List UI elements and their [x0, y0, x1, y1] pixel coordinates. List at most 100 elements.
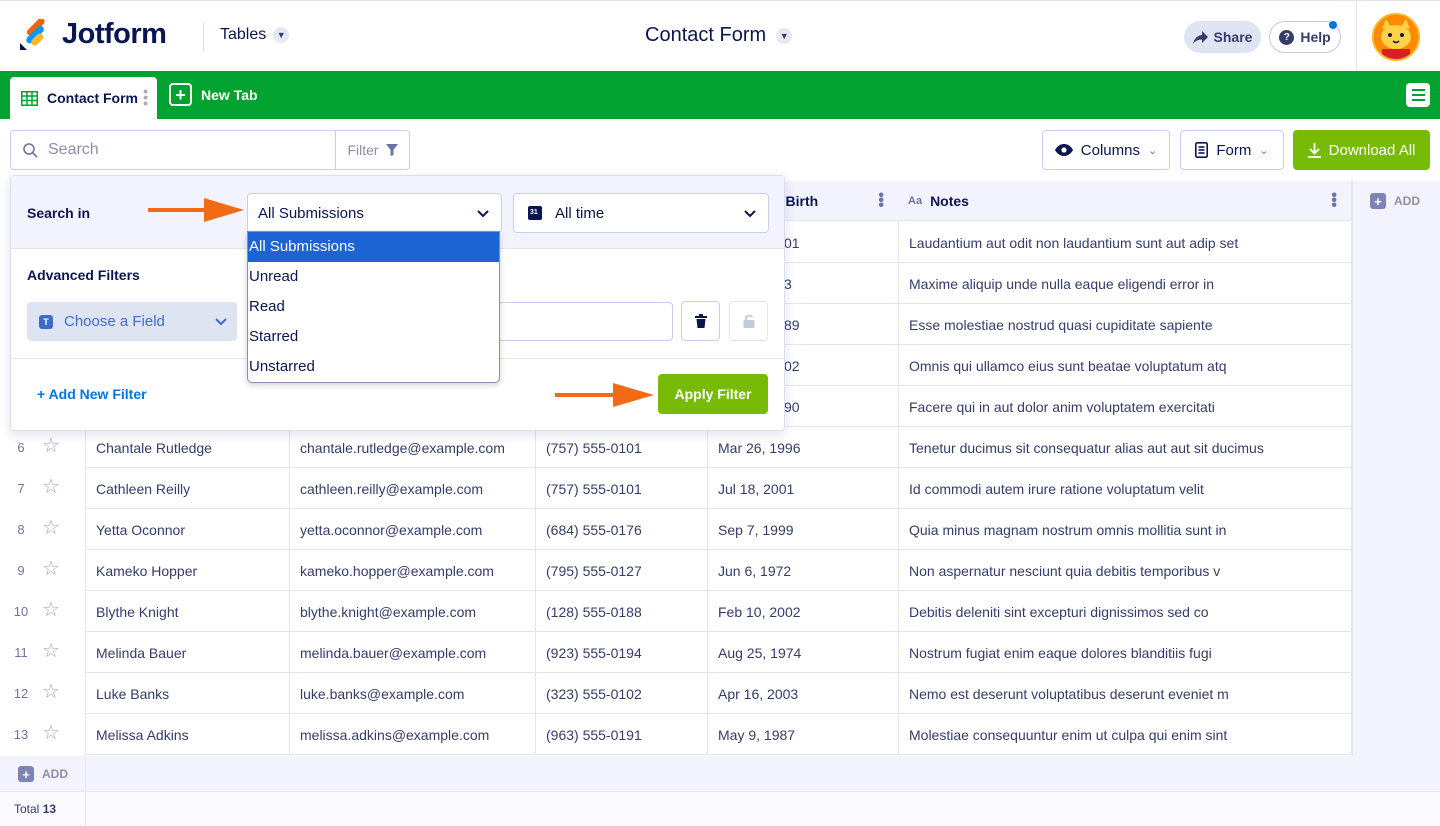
- table-row[interactable]: 10 ☆ Blythe Knight blythe.knight@example.co…: [0, 591, 1352, 632]
- phone-cell[interactable]: (963) 555-0191: [536, 714, 708, 755]
- form-button[interactable]: Form ⌄: [1180, 130, 1284, 170]
- column-header-notes[interactable]: Aa Notes • • •: [898, 181, 1352, 221]
- table-row[interactable]: 6 ☆ Chantale Rutledge chantale.rutledge@exa…: [0, 427, 1352, 468]
- form-label: Form: [1216, 141, 1252, 159]
- name-cell[interactable]: Melissa Adkins: [86, 714, 290, 755]
- email-cell[interactable]: kameko.hopper@example.com: [290, 550, 536, 591]
- notes-cell[interactable]: Maxime aliquip unde nulla eaque eligendi…: [899, 263, 1352, 304]
- email-cell[interactable]: melinda.bauer@example.com: [290, 632, 536, 673]
- star-icon[interactable]: ☆: [42, 436, 60, 456]
- choose-field-select[interactable]: T Choose a Field: [27, 302, 237, 341]
- phone-cell[interactable]: (923) 555-0194: [536, 632, 708, 673]
- dropdown-option[interactable]: Starred: [248, 322, 499, 352]
- notes-cell[interactable]: Nemo est deserunt voluptatibus deserunt …: [899, 673, 1352, 714]
- dob-cell[interactable]: Aug 25, 1974: [708, 632, 899, 673]
- apply-filter-button[interactable]: Apply Filter: [658, 374, 768, 414]
- star-icon[interactable]: ☆: [42, 477, 60, 497]
- download-all-button[interactable]: Download All: [1293, 130, 1430, 170]
- dob-cell[interactable]: Feb 10, 2002: [708, 591, 899, 632]
- star-icon[interactable]: ☆: [42, 559, 60, 579]
- phone-cell[interactable]: (757) 555-0101: [536, 468, 708, 509]
- email-cell[interactable]: yetta.oconnor@example.com: [290, 509, 536, 550]
- notes-cell[interactable]: Nostrum fugiat enim eaque dolores blandi…: [899, 632, 1352, 673]
- phone-cell[interactable]: (757) 555-0101: [536, 427, 708, 468]
- email-cell[interactable]: melissa.adkins@example.com: [290, 714, 536, 755]
- star-icon[interactable]: ☆: [42, 641, 60, 661]
- dob-cell[interactable]: Jul 18, 2001: [708, 468, 899, 509]
- lock-filter-button[interactable]: [729, 301, 768, 341]
- submissions-dropdown-list: All Submissions Unread Read Starred Unstarre…: [247, 231, 500, 383]
- table-row[interactable]: 9 ☆ Kameko Hopper kameko.hopper@example.com…: [0, 550, 1352, 591]
- notes-cell[interactable]: Omnis qui ullamco eius sunt beatae volup…: [899, 345, 1352, 386]
- table-row[interactable]: 12 ☆ Luke Banks luke.banks@example.com (323)…: [0, 673, 1352, 714]
- notes-cell[interactable]: Facere qui in aut dolor anim voluptatem …: [899, 386, 1352, 427]
- phone-cell[interactable]: (684) 555-0176: [536, 509, 708, 550]
- dropdown-option[interactable]: All Submissions: [248, 232, 499, 262]
- phone-cell[interactable]: (795) 555-0127: [536, 550, 708, 591]
- columns-button[interactable]: Columns ⌄: [1042, 130, 1170, 170]
- email-cell[interactable]: blythe.knight@example.com: [290, 591, 536, 632]
- star-icon[interactable]: ☆: [42, 682, 60, 702]
- name-cell[interactable]: Cathleen Reilly: [86, 468, 290, 509]
- table-row[interactable]: 8 ☆ Yetta Oconnor yetta.oconnor@example.com…: [0, 509, 1352, 550]
- help-button[interactable]: ? Help: [1269, 21, 1341, 53]
- table-row[interactable]: 11 ☆ Melinda Bauer melinda.bauer@example.co…: [0, 632, 1352, 673]
- dropdown-option[interactable]: Read: [248, 292, 499, 322]
- row-number-cell: 7 ☆: [0, 468, 86, 509]
- dob-cell[interactable]: Apr 16, 2003: [708, 673, 899, 714]
- star-icon[interactable]: ☆: [42, 600, 60, 620]
- new-tab-button[interactable]: + New Tab: [169, 83, 258, 106]
- name-cell[interactable]: Chantale Rutledge: [86, 427, 290, 468]
- add-new-filter-button[interactable]: + Add New Filter: [37, 386, 147, 402]
- time-range-select[interactable]: All time: [513, 193, 769, 233]
- dob-cell[interactable]: Mar 26, 1996: [708, 427, 899, 468]
- email-cell[interactable]: chantale.rutledge@example.com: [290, 427, 536, 468]
- dob-cell[interactable]: May 9, 1987: [708, 714, 899, 755]
- dropdown-option[interactable]: Unread: [248, 262, 499, 292]
- phone-cell[interactable]: (323) 555-0102: [536, 673, 708, 714]
- notes-cell[interactable]: Non aspernatur nesciunt quia debitis tem…: [899, 550, 1352, 591]
- name-cell[interactable]: Kameko Hopper: [86, 550, 290, 591]
- notes-cell[interactable]: Molestiae consequuntur enim ut culpa qui…: [899, 714, 1352, 755]
- column-options-icon[interactable]: • • •: [1331, 188, 1337, 214]
- delete-filter-button[interactable]: [681, 301, 720, 341]
- notes-cell[interactable]: Debitis deleniti sint excepturi dignissi…: [899, 591, 1352, 632]
- email-cell[interactable]: luke.banks@example.com: [290, 673, 536, 714]
- search-box[interactable]: [10, 130, 336, 170]
- submissions-select[interactable]: All Submissions: [247, 193, 502, 233]
- notes-cell[interactable]: Id commodi autem irure ratione voluptatu…: [899, 468, 1352, 509]
- name-cell[interactable]: Yetta Oconnor: [86, 509, 290, 550]
- notes-cell[interactable]: Laudantium aut odit non laudantium sunt …: [899, 222, 1352, 263]
- tables-dropdown[interactable]: Tables ▼: [220, 26, 290, 44]
- dob-cell[interactable]: Sep 7, 1999: [708, 509, 899, 550]
- phone-cell[interactable]: (128) 555-0188: [536, 591, 708, 632]
- tab-contact-form[interactable]: Contact Form • • •: [10, 77, 157, 119]
- menu-icon[interactable]: [1406, 83, 1430, 107]
- notes-cell[interactable]: Tenetur ducimus sit consequatur alias au…: [899, 427, 1352, 468]
- table-row[interactable]: 7 ☆ Cathleen Reilly cathleen.reilly@example…: [0, 468, 1352, 509]
- name-cell[interactable]: Blythe Knight: [86, 591, 290, 632]
- notes-cell[interactable]: Esse molestiae nostrud quasi cupiditate …: [899, 304, 1352, 345]
- column-options-icon[interactable]: • • •: [878, 188, 884, 214]
- star-icon[interactable]: ☆: [42, 518, 60, 538]
- row-number: 12: [13, 686, 29, 701]
- search-input[interactable]: [48, 141, 308, 159]
- jotform-logo[interactable]: Jotform: [18, 18, 167, 51]
- tab-options-icon[interactable]: • • •: [143, 84, 148, 110]
- filter-button[interactable]: Filter: [335, 130, 410, 170]
- filter-value-input[interactable]: [498, 302, 673, 341]
- table-row[interactable]: 13 ☆ Melissa Adkins melissa.adkins@example.…: [0, 714, 1352, 755]
- notes-cell[interactable]: Quia minus magnam nostrum omnis mollitia…: [899, 509, 1352, 550]
- avatar[interactable]: [1372, 13, 1420, 61]
- name-cell[interactable]: Melinda Bauer: [86, 632, 290, 673]
- row-number-cell: 9 ☆: [0, 550, 86, 591]
- name-cell[interactable]: Luke Banks: [86, 673, 290, 714]
- share-button[interactable]: Share: [1184, 21, 1261, 53]
- add-column-button[interactable]: + ADD: [1370, 193, 1420, 209]
- dob-cell[interactable]: Jun 6, 1972: [708, 550, 899, 591]
- add-row-button[interactable]: + ADD: [18, 766, 68, 782]
- email-cell[interactable]: cathleen.reilly@example.com: [290, 468, 536, 509]
- dropdown-option[interactable]: Unstarred: [248, 352, 499, 382]
- star-icon[interactable]: ☆: [42, 723, 60, 743]
- form-title-dropdown[interactable]: Contact Form ▼: [645, 24, 793, 47]
